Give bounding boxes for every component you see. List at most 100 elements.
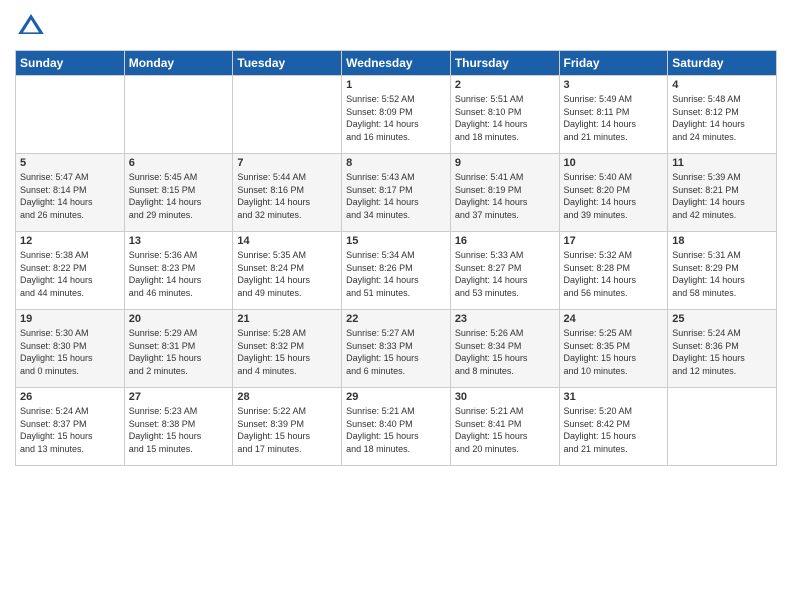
day-number: 22	[346, 313, 446, 325]
day-number: 19	[20, 313, 120, 325]
day-info: Sunrise: 5:27 AM Sunset: 8:33 PM Dayligh…	[346, 327, 446, 377]
header-thursday: Thursday	[450, 51, 559, 76]
cell-w4-d6	[668, 388, 777, 466]
day-info: Sunrise: 5:43 AM Sunset: 8:17 PM Dayligh…	[346, 171, 446, 221]
day-info: Sunrise: 5:44 AM Sunset: 8:16 PM Dayligh…	[237, 171, 337, 221]
page: SundayMondayTuesdayWednesdayThursdayFrid…	[0, 0, 792, 612]
day-info: Sunrise: 5:28 AM Sunset: 8:32 PM Dayligh…	[237, 327, 337, 377]
cell-w2-d5: 17 Sunrise: 5:32 AM Sunset: 8:28 PM Dayli…	[559, 232, 668, 310]
cell-w1-d0: 5Sunrise: 5:47 AM Sunset: 8:14 PM Daylig…	[16, 154, 125, 232]
header-sunday: Sunday	[16, 51, 125, 76]
week-row-2: 12 Sunrise: 5:38 AM Sunset: 8:22 PM Dayli…	[16, 232, 777, 310]
cell-w1-d2: 7 Sunrise: 5:44 AM Sunset: 8:16 PM Daylig…	[233, 154, 342, 232]
cell-w3-d4: 23 Sunrise: 5:26 AM Sunset: 8:34 PM Dayli…	[450, 310, 559, 388]
cell-w0-d3: 1Sunrise: 5:52 AM Sunset: 8:09 PM Daylig…	[342, 76, 451, 154]
cell-w0-d6: 4 Sunrise: 5:48 AM Sunset: 8:12 PM Daylig…	[668, 76, 777, 154]
day-number: 11	[672, 157, 772, 169]
cell-w4-d1: 27 Sunrise: 5:23 AM Sunset: 8:38 PM Dayli…	[124, 388, 233, 466]
day-number: 24	[564, 313, 664, 325]
day-info: Sunrise: 5:38 AM Sunset: 8:22 PM Dayligh…	[20, 249, 120, 299]
day-info: Sunrise: 5:41 AM Sunset: 8:19 PM Dayligh…	[455, 171, 555, 221]
day-info: Sunrise: 5:23 AM Sunset: 8:38 PM Dayligh…	[129, 405, 229, 455]
day-number: 7	[237, 157, 337, 169]
day-info: Sunrise: 5:26 AM Sunset: 8:34 PM Dayligh…	[455, 327, 555, 377]
day-info: Sunrise: 5:21 AM Sunset: 8:41 PM Dayligh…	[455, 405, 555, 455]
cell-w3-d2: 21 Sunrise: 5:28 AM Sunset: 8:32 PM Dayli…	[233, 310, 342, 388]
day-number: 30	[455, 391, 555, 403]
day-number: 2	[455, 79, 555, 91]
week-row-3: 19 Sunrise: 5:30 AM Sunset: 8:30 PM Dayli…	[16, 310, 777, 388]
day-number: 12	[20, 235, 120, 247]
day-info: Sunrise: 5:40 AM Sunset: 8:20 PM Dayligh…	[564, 171, 664, 221]
day-number: 23	[455, 313, 555, 325]
calendar-table: SundayMondayTuesdayWednesdayThursdayFrid…	[15, 50, 777, 466]
cell-w2-d3: 15 Sunrise: 5:34 AM Sunset: 8:26 PM Dayli…	[342, 232, 451, 310]
day-info: Sunrise: 5:21 AM Sunset: 8:40 PM Dayligh…	[346, 405, 446, 455]
day-number: 25	[672, 313, 772, 325]
day-info: Sunrise: 5:45 AM Sunset: 8:15 PM Dayligh…	[129, 171, 229, 221]
week-row-0: 1Sunrise: 5:52 AM Sunset: 8:09 PM Daylig…	[16, 76, 777, 154]
day-info: Sunrise: 5:34 AM Sunset: 8:26 PM Dayligh…	[346, 249, 446, 299]
day-info: Sunrise: 5:20 AM Sunset: 8:42 PM Dayligh…	[564, 405, 664, 455]
cell-w3-d5: 24 Sunrise: 5:25 AM Sunset: 8:35 PM Dayli…	[559, 310, 668, 388]
cell-w1-d6: 11 Sunrise: 5:39 AM Sunset: 8:21 PM Dayli…	[668, 154, 777, 232]
header-friday: Friday	[559, 51, 668, 76]
day-number: 5	[20, 157, 120, 169]
day-number: 26	[20, 391, 120, 403]
day-number: 15	[346, 235, 446, 247]
day-info: Sunrise: 5:24 AM Sunset: 8:36 PM Dayligh…	[672, 327, 772, 377]
day-number: 6	[129, 157, 229, 169]
day-number: 31	[564, 391, 664, 403]
day-info: Sunrise: 5:30 AM Sunset: 8:30 PM Dayligh…	[20, 327, 120, 377]
cell-w1-d5: 10 Sunrise: 5:40 AM Sunset: 8:20 PM Dayli…	[559, 154, 668, 232]
cell-w2-d4: 16 Sunrise: 5:33 AM Sunset: 8:27 PM Dayli…	[450, 232, 559, 310]
day-info: Sunrise: 5:32 AM Sunset: 8:28 PM Dayligh…	[564, 249, 664, 299]
day-number: 8	[346, 157, 446, 169]
day-info: Sunrise: 5:29 AM Sunset: 8:31 PM Dayligh…	[129, 327, 229, 377]
week-row-1: 5Sunrise: 5:47 AM Sunset: 8:14 PM Daylig…	[16, 154, 777, 232]
day-number: 28	[237, 391, 337, 403]
header-monday: Monday	[124, 51, 233, 76]
day-info: Sunrise: 5:39 AM Sunset: 8:21 PM Dayligh…	[672, 171, 772, 221]
cell-w1-d1: 6 Sunrise: 5:45 AM Sunset: 8:15 PM Daylig…	[124, 154, 233, 232]
cell-w3-d0: 19 Sunrise: 5:30 AM Sunset: 8:30 PM Dayli…	[16, 310, 125, 388]
day-number: 20	[129, 313, 229, 325]
cell-w4-d2: 28 Sunrise: 5:22 AM Sunset: 8:39 PM Dayli…	[233, 388, 342, 466]
cell-w1-d3: 8 Sunrise: 5:43 AM Sunset: 8:17 PM Daylig…	[342, 154, 451, 232]
cell-w2-d1: 13 Sunrise: 5:36 AM Sunset: 8:23 PM Dayli…	[124, 232, 233, 310]
day-number: 21	[237, 313, 337, 325]
day-info: Sunrise: 5:31 AM Sunset: 8:29 PM Dayligh…	[672, 249, 772, 299]
cell-w4-d4: 30 Sunrise: 5:21 AM Sunset: 8:41 PM Dayli…	[450, 388, 559, 466]
cell-w2-d6: 18Sunrise: 5:31 AM Sunset: 8:29 PM Dayli…	[668, 232, 777, 310]
cell-w0-d4: 2Sunrise: 5:51 AM Sunset: 8:10 PM Daylig…	[450, 76, 559, 154]
day-info: Sunrise: 5:48 AM Sunset: 8:12 PM Dayligh…	[672, 93, 772, 143]
day-info: Sunrise: 5:22 AM Sunset: 8:39 PM Dayligh…	[237, 405, 337, 455]
cell-w4-d5: 31 Sunrise: 5:20 AM Sunset: 8:42 PM Dayli…	[559, 388, 668, 466]
day-number: 13	[129, 235, 229, 247]
cell-w2-d2: 14Sunrise: 5:35 AM Sunset: 8:24 PM Dayli…	[233, 232, 342, 310]
logo	[15, 10, 51, 42]
header-row: SundayMondayTuesdayWednesdayThursdayFrid…	[16, 51, 777, 76]
day-info: Sunrise: 5:36 AM Sunset: 8:23 PM Dayligh…	[129, 249, 229, 299]
day-info: Sunrise: 5:25 AM Sunset: 8:35 PM Dayligh…	[564, 327, 664, 377]
day-number: 17	[564, 235, 664, 247]
header-wednesday: Wednesday	[342, 51, 451, 76]
cell-w0-d5: 3 Sunrise: 5:49 AM Sunset: 8:11 PM Daylig…	[559, 76, 668, 154]
header-saturday: Saturday	[668, 51, 777, 76]
day-number: 3	[564, 79, 664, 91]
cell-w3-d3: 22 Sunrise: 5:27 AM Sunset: 8:33 PM Dayli…	[342, 310, 451, 388]
header-tuesday: Tuesday	[233, 51, 342, 76]
day-number: 29	[346, 391, 446, 403]
day-number: 10	[564, 157, 664, 169]
cell-w4-d3: 29 Sunrise: 5:21 AM Sunset: 8:40 PM Dayli…	[342, 388, 451, 466]
day-number: 16	[455, 235, 555, 247]
day-number: 4	[672, 79, 772, 91]
cell-w0-d1	[124, 76, 233, 154]
day-number: 1	[346, 79, 446, 91]
day-number: 27	[129, 391, 229, 403]
cell-w3-d6: 25 Sunrise: 5:24 AM Sunset: 8:36 PM Dayli…	[668, 310, 777, 388]
cell-w0-d2	[233, 76, 342, 154]
day-info: Sunrise: 5:49 AM Sunset: 8:11 PM Dayligh…	[564, 93, 664, 143]
logo-icon	[15, 10, 47, 42]
day-info: Sunrise: 5:33 AM Sunset: 8:27 PM Dayligh…	[455, 249, 555, 299]
